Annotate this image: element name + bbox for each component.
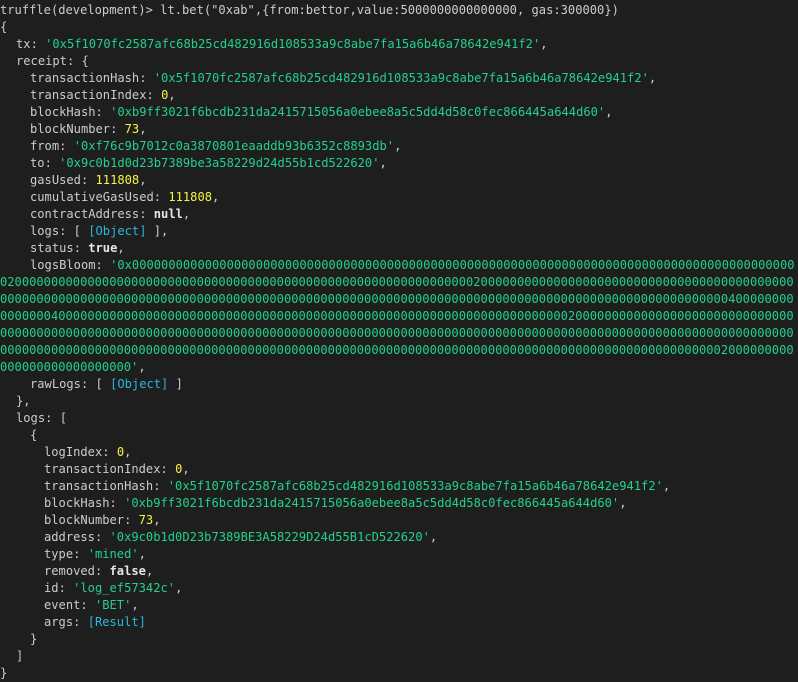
log-transaction-hash: '0x5f1070fc2587afc68b25cd482916d108533a9…	[167, 479, 663, 493]
receipt-block-number-line: blockNumber: 73,	[30, 122, 147, 136]
tx-key: tx	[16, 37, 31, 51]
log-block-number-line: blockNumber: 73,	[44, 513, 161, 527]
close-brace: }	[0, 666, 8, 680]
receipt-transaction-hash-line: transactionHash: '0x5f1070fc2587afc68b25…	[30, 71, 657, 85]
receipt-block-hash: '0xb9ff3021f6bcdb231da2415715056a0ebee8a…	[110, 105, 606, 119]
receipt-block-number: 73	[124, 122, 140, 136]
log-item-open-line: {	[0, 427, 798, 444]
log-item-open: {	[30, 428, 38, 442]
log-type: 'mined'	[87, 547, 139, 561]
log-address: '0x9c0b1d0D23b7389BE3A58229D24d55B1cD522…	[109, 530, 430, 544]
log-index: 0	[116, 445, 125, 459]
log-args-line: args: [Result]	[44, 615, 146, 629]
log-removed-line: removed: false,	[44, 564, 154, 578]
receipt-logs-object-tag: [Object]	[88, 224, 147, 238]
command-prompt: truffle(development)> lt.bet("0xab",{fro…	[0, 3, 619, 17]
receipt-from: '0xf76c9b7012c0a3870801eaaddb93b6352c889…	[73, 139, 395, 153]
receipt-raw-logs-object-tag: [Object]	[110, 377, 169, 391]
receipt-close: },	[16, 394, 31, 408]
log-index-line: logIndex: 0,	[44, 445, 132, 459]
logs-open: [	[59, 411, 67, 425]
receipt-contract-address: null	[153, 207, 183, 221]
receipt-transaction-hash: '0x5f1070fc2587afc68b25cd482916d108533a9…	[153, 71, 649, 85]
log-event: 'BET'	[94, 598, 132, 612]
receipt-contract-address-line: contractAddress: null,	[30, 207, 191, 221]
log-transaction-index-line: transactionIndex: 0,	[44, 462, 190, 476]
receipt-status: true	[88, 241, 118, 255]
receipt-key: receipt	[16, 54, 67, 68]
log-block-number: 73	[138, 513, 154, 527]
receipt-to: '0x9c0b1d0d23b7389be3a58229d24d55b1cd522…	[59, 156, 380, 170]
log-removed: false	[109, 564, 146, 578]
receipt-from-line: from: '0xf76c9b7012c0a3870801eaaddb93b63…	[30, 139, 402, 153]
log-address-line: address: '0x9c0b1d0D23b7389BE3A58229D24d…	[44, 530, 438, 544]
close-brace-line: }	[0, 665, 798, 682]
tx-line: tx: '0x5f1070fc2587afc68b25cd482916d1085…	[16, 37, 548, 51]
receipt-logs-bloom: '0x0000000000000000000000000000000000000…	[0, 258, 795, 374]
open-brace: {	[0, 20, 8, 34]
receipt-logs-line: logs: [ [Object] ],	[30, 224, 169, 238]
log-block-hash-line: blockHash: '0xb9ff3021f6bcdb231da2415715…	[44, 496, 627, 510]
log-item-close: }	[30, 632, 38, 646]
receipt-line: receipt: {	[16, 54, 89, 68]
log-id-line: id: 'log_ef57342c',	[44, 581, 183, 595]
terminal-output[interactable]: truffle(development)> lt.bet("0xab",{fro…	[0, 0, 798, 680]
open-brace-line: {	[0, 19, 798, 36]
receipt-gas-used-line: gasUsed: 111808,	[30, 173, 147, 187]
log-event-line: event: 'BET',	[44, 598, 139, 612]
receipt-close-line: },	[0, 393, 798, 410]
receipt-to-line: to: '0x9c0b1d0d23b7389be3a58229d24d55b1c…	[30, 156, 387, 170]
receipt-raw-logs-line: rawLogs: [ [Object] ]	[30, 377, 183, 391]
logs-close-line: ]	[0, 648, 798, 665]
command-prompt-line[interactable]: truffle(development)> lt.bet("0xab",{fro…	[0, 2, 798, 19]
log-args-result-tag: [Result]	[87, 615, 146, 629]
receipt-gas-used: 111808	[95, 173, 140, 187]
log-type-line: type: 'mined',	[44, 547, 146, 561]
receipt-cumulative-gas-used-line: cumulativeGasUsed: 111808,	[30, 190, 220, 204]
logs-line: logs: [	[16, 411, 67, 425]
receipt-status-line: status: true,	[30, 241, 125, 255]
log-id: 'log_ef57342c'	[73, 581, 176, 595]
receipt-logs-bloom-line: logsBloom: '0x00000000000000000000000000…	[0, 258, 795, 374]
log-item-close-line: }	[0, 631, 798, 648]
receipt-block-hash-line: blockHash: '0xb9ff3021f6bcdb231da2415715…	[30, 105, 613, 119]
receipt-open: {	[81, 54, 89, 68]
receipt-transaction-index-line: transactionIndex: 0,	[30, 88, 176, 102]
logs-close: ]	[16, 649, 24, 663]
logs-key: logs	[16, 411, 46, 425]
log-transaction-hash-line: transactionHash: '0x5f1070fc2587afc68b25…	[44, 479, 671, 493]
tx-value: '0x5f1070fc2587afc68b25cd482916d108533a9…	[45, 37, 541, 51]
log-block-hash: '0xb9ff3021f6bcdb231da2415715056a0ebee8a…	[124, 496, 620, 510]
receipt-cumulative-gas-used: 111808	[168, 190, 213, 204]
